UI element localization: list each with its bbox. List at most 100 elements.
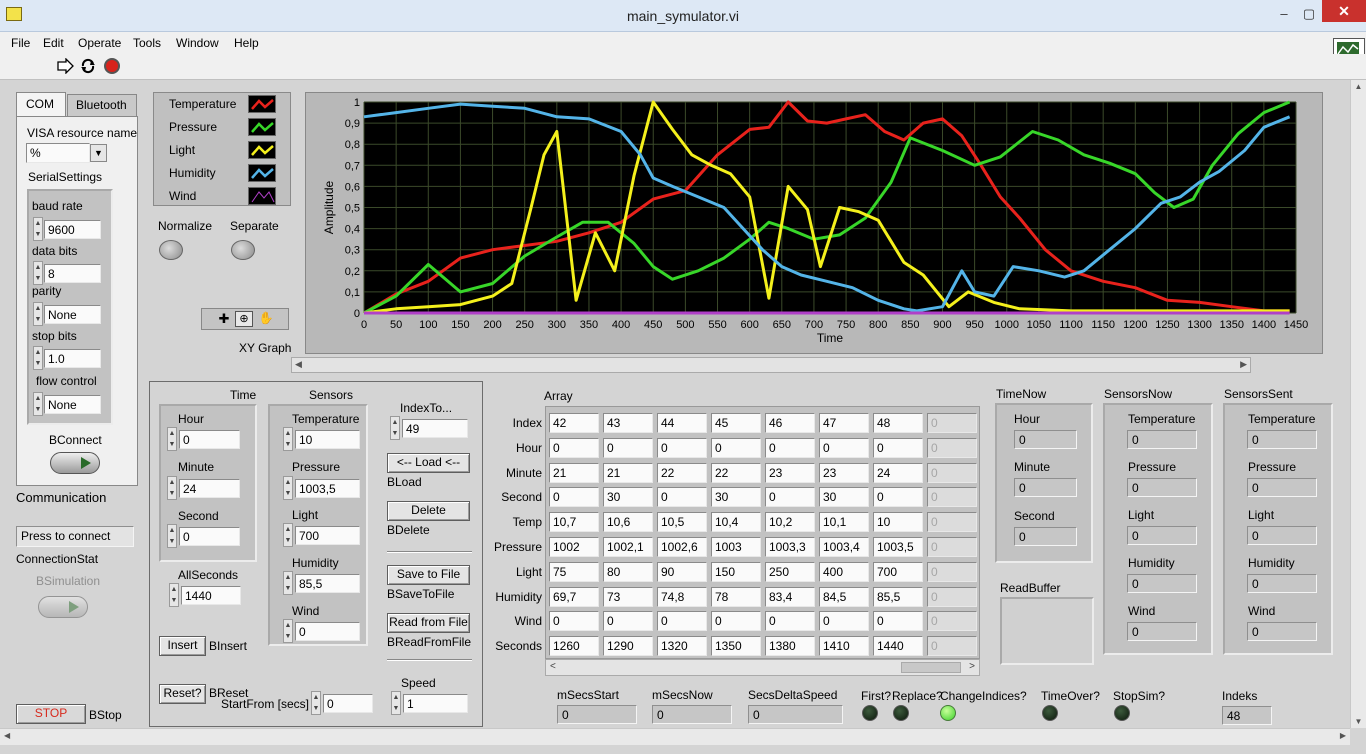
array-cell[interactable]: 0 (927, 586, 977, 607)
array-cell[interactable]: 23 (819, 462, 869, 483)
array-cell[interactable]: 0 (765, 611, 815, 632)
array-cell[interactable]: 1002 (549, 537, 599, 557)
array-cell[interactable]: 22 (711, 462, 761, 483)
speed-input[interactable]: 1 (403, 694, 468, 713)
array-cell[interactable]: 44 (657, 413, 707, 433)
indexto-input[interactable]: 49 (402, 419, 468, 438)
time-second-stepper[interactable]: ▲ ▼ (167, 524, 177, 548)
array-cell[interactable]: 0 (927, 611, 977, 632)
array-cell[interactable]: 30 (603, 487, 653, 508)
maximize-icon[interactable]: ▢ (1296, 4, 1322, 24)
sensor-humidity-input[interactable]: 85,5 (295, 574, 360, 593)
array-cell[interactable]: 0 (927, 636, 977, 657)
data-bits-stepper[interactable]: ▲ ▼ (33, 261, 43, 285)
array-cell[interactable]: 1002,1 (603, 537, 653, 557)
menu-help[interactable]: Help (234, 36, 259, 50)
array-cell[interactable]: 10,6 (603, 512, 653, 533)
array-cell[interactable]: 1003,4 (819, 537, 869, 557)
abort-icon[interactable] (104, 58, 120, 74)
array-cell[interactable]: 22 (657, 462, 707, 483)
sensor-pressure-stepper[interactable]: ▲ ▼ (283, 476, 293, 500)
array-cell[interactable]: 0 (549, 437, 599, 458)
legend-swatch-wind[interactable] (248, 187, 276, 205)
array-cell[interactable]: 10,1 (819, 512, 869, 533)
array-cell[interactable]: 0 (549, 611, 599, 632)
array-cell[interactable]: 1002,6 (657, 537, 707, 557)
time-minute-input[interactable]: 24 (179, 479, 240, 498)
array-cell[interactable]: 23 (765, 462, 815, 483)
run-continuously-icon[interactable] (79, 57, 97, 75)
array-cell[interactable]: 1380 (765, 636, 815, 657)
array-cell[interactable]: 700 (873, 561, 923, 582)
array-cell[interactable]: 90 (657, 561, 707, 582)
tab-bluetooth[interactable]: Bluetooth (67, 94, 137, 116)
read-from-file-button[interactable]: Read from File (387, 613, 470, 633)
array-cell[interactable]: 0 (927, 537, 977, 557)
time-hour-input[interactable]: 0 (179, 430, 240, 449)
sensor-wind-input[interactable]: 0 (295, 622, 360, 641)
array-cell[interactable]: 0 (927, 413, 977, 433)
array-cell[interactable]: 1350 (711, 636, 761, 657)
array-cell[interactable]: 42 (549, 413, 599, 433)
array-cell[interactable]: 24 (873, 462, 923, 483)
menu-window[interactable]: Window (176, 36, 219, 50)
speed-stepper[interactable]: ▲ ▼ (391, 691, 401, 715)
array-cell[interactable]: 75 (549, 561, 599, 582)
array-cell[interactable]: 1003 (711, 537, 761, 557)
minimize-icon[interactable]: ‒ (1271, 4, 1297, 24)
array-cell[interactable]: 30 (819, 487, 869, 508)
array-cell[interactable]: 0 (765, 437, 815, 458)
sensor-pressure-input[interactable]: 1003,5 (295, 479, 360, 498)
array-cell[interactable]: 0 (549, 487, 599, 508)
array-cell[interactable]: 0 (603, 437, 653, 458)
array-cell[interactable]: 30 (711, 487, 761, 508)
allseconds-input[interactable]: 1440 (181, 586, 241, 605)
close-icon[interactable]: ✕ (1322, 0, 1366, 22)
startfrom-stepper[interactable]: ▲ ▼ (311, 691, 321, 715)
array-cell[interactable]: 1260 (549, 636, 599, 657)
legend-swatch-temperature[interactable] (248, 95, 276, 113)
time-second-input[interactable]: 0 (179, 527, 240, 546)
array-cell[interactable]: 80 (603, 561, 653, 582)
data-bits-input[interactable]: 8 (44, 264, 101, 283)
legend-swatch-humidity[interactable] (248, 164, 276, 182)
flow-control-stepper[interactable]: ▲ ▼ (33, 392, 43, 416)
menu-edit[interactable]: Edit (43, 36, 64, 50)
array-cell[interactable]: 84,5 (819, 586, 869, 607)
array-cell[interactable]: 0 (873, 487, 923, 508)
save-to-file-button[interactable]: Save to File (387, 565, 470, 585)
pan-hand-icon[interactable]: ✋ (257, 311, 275, 327)
legend-swatch-light[interactable] (248, 141, 276, 159)
array-cell[interactable]: 73 (603, 586, 653, 607)
graph-scrollbar[interactable]: ◀ ▶ (291, 357, 1251, 373)
array-cell[interactable]: 0 (657, 611, 707, 632)
allseconds-stepper[interactable]: ▲ ▼ (169, 583, 179, 607)
bconnect-button[interactable] (50, 452, 100, 474)
visa-resource-input[interactable]: % (26, 143, 90, 163)
sensor-light-input[interactable]: 700 (295, 526, 360, 545)
array-cell[interactable]: 69,7 (549, 586, 599, 607)
baud-rate-input[interactable]: 9600 (44, 220, 101, 239)
array-cell[interactable]: 10,5 (657, 512, 707, 533)
time-minute-stepper[interactable]: ▲ ▼ (167, 476, 177, 500)
menu-operate[interactable]: Operate (78, 36, 121, 50)
array-cell[interactable]: 1320 (657, 636, 707, 657)
array-cell[interactable]: 78 (711, 586, 761, 607)
crosshair-icon[interactable]: ✚ (215, 311, 233, 327)
sensor-wind-stepper[interactable]: ▲ ▼ (283, 619, 293, 643)
menu-tools[interactable]: Tools (133, 36, 161, 50)
array-cell[interactable]: 45 (711, 413, 761, 433)
array-cell[interactable]: 0 (873, 437, 923, 458)
array-cell[interactable]: 0 (927, 512, 977, 533)
sensor-humidity-stepper[interactable]: ▲ ▼ (283, 571, 293, 595)
array-cell[interactable]: 10 (873, 512, 923, 533)
array-cell[interactable]: 10,4 (711, 512, 761, 533)
array-cell[interactable]: 83,4 (765, 586, 815, 607)
separate-toggle[interactable] (231, 240, 255, 260)
indexto-stepper[interactable]: ▲ ▼ (390, 416, 400, 440)
array-scrollbar[interactable]: < > (545, 659, 980, 676)
array-cell[interactable]: 0 (657, 437, 707, 458)
reset-button[interactable]: Reset? (159, 684, 206, 704)
array-cell[interactable]: 1440 (873, 636, 923, 657)
legend-swatch-pressure[interactable] (248, 118, 276, 136)
